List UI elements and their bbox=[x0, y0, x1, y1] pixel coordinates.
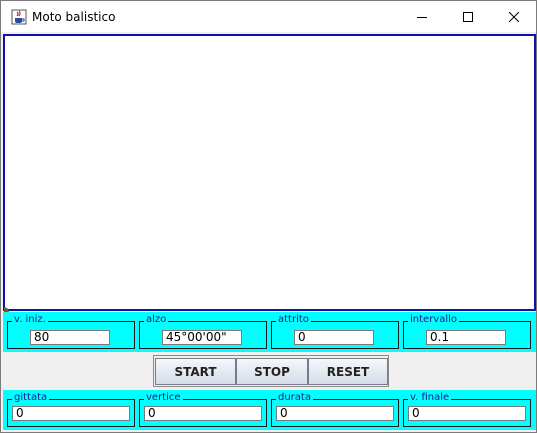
minimize-icon bbox=[417, 16, 427, 18]
range-output[interactable]: 0 bbox=[12, 406, 130, 421]
range-label: gittata bbox=[12, 392, 50, 404]
friction-label: attrito bbox=[276, 314, 311, 326]
close-button[interactable] bbox=[491, 1, 537, 32]
interval-group: intervallo 0.1 bbox=[403, 314, 531, 349]
stop-button[interactable]: STOP bbox=[236, 358, 308, 385]
final-velocity-label: v. finale bbox=[408, 392, 452, 404]
output-panel: gittata 0 vertice 0 durata 0 v. finale 0 bbox=[3, 390, 536, 430]
range-group: gittata 0 bbox=[7, 392, 135, 427]
elevation-input[interactable]: 45°00'00" bbox=[162, 330, 242, 345]
start-button[interactable]: START bbox=[155, 358, 236, 385]
maximize-button[interactable] bbox=[445, 1, 491, 32]
duration-label: durata bbox=[276, 392, 313, 404]
apex-group: vertice 0 bbox=[139, 392, 267, 427]
duration-group: durata 0 bbox=[271, 392, 399, 427]
maximize-icon bbox=[463, 11, 473, 22]
initial-velocity-label: v. iniz. bbox=[12, 314, 48, 326]
java-cup-icon bbox=[11, 9, 27, 25]
app-window: Moto balistico v. iniz. 80 alzo 45°00'00… bbox=[0, 0, 537, 433]
final-velocity-group: v. finale 0 bbox=[403, 392, 531, 427]
control-bar: START STOP RESET bbox=[3, 352, 536, 390]
elevation-label: alzo bbox=[144, 314, 169, 326]
initial-velocity-group: v. iniz. 80 bbox=[7, 314, 135, 349]
interval-input[interactable]: 0.1 bbox=[426, 330, 506, 345]
interval-label: intervallo bbox=[408, 314, 460, 326]
apex-output[interactable]: 0 bbox=[144, 406, 262, 421]
friction-input[interactable]: 0 bbox=[294, 330, 374, 345]
friction-group: attrito 0 bbox=[271, 314, 399, 349]
elevation-group: alzo 45°00'00" bbox=[139, 314, 267, 349]
minimize-button[interactable] bbox=[399, 1, 445, 32]
apex-label: vertice bbox=[144, 392, 183, 404]
control-buttons: START STOP RESET bbox=[153, 355, 389, 387]
trajectory-canvas[interactable] bbox=[3, 34, 536, 312]
duration-output[interactable]: 0 bbox=[276, 406, 394, 421]
reset-button[interactable]: RESET bbox=[308, 358, 388, 385]
input-panel: v. iniz. 80 alzo 45°00'00" attrito 0 int… bbox=[3, 312, 536, 352]
initial-velocity-input[interactable]: 80 bbox=[30, 330, 110, 345]
window-title: Moto balistico bbox=[32, 10, 116, 24]
close-icon bbox=[509, 11, 519, 22]
cannon-origin-marker bbox=[4, 307, 9, 312]
final-velocity-output[interactable]: 0 bbox=[408, 406, 526, 421]
title-bar[interactable]: Moto balistico bbox=[1, 1, 536, 32]
